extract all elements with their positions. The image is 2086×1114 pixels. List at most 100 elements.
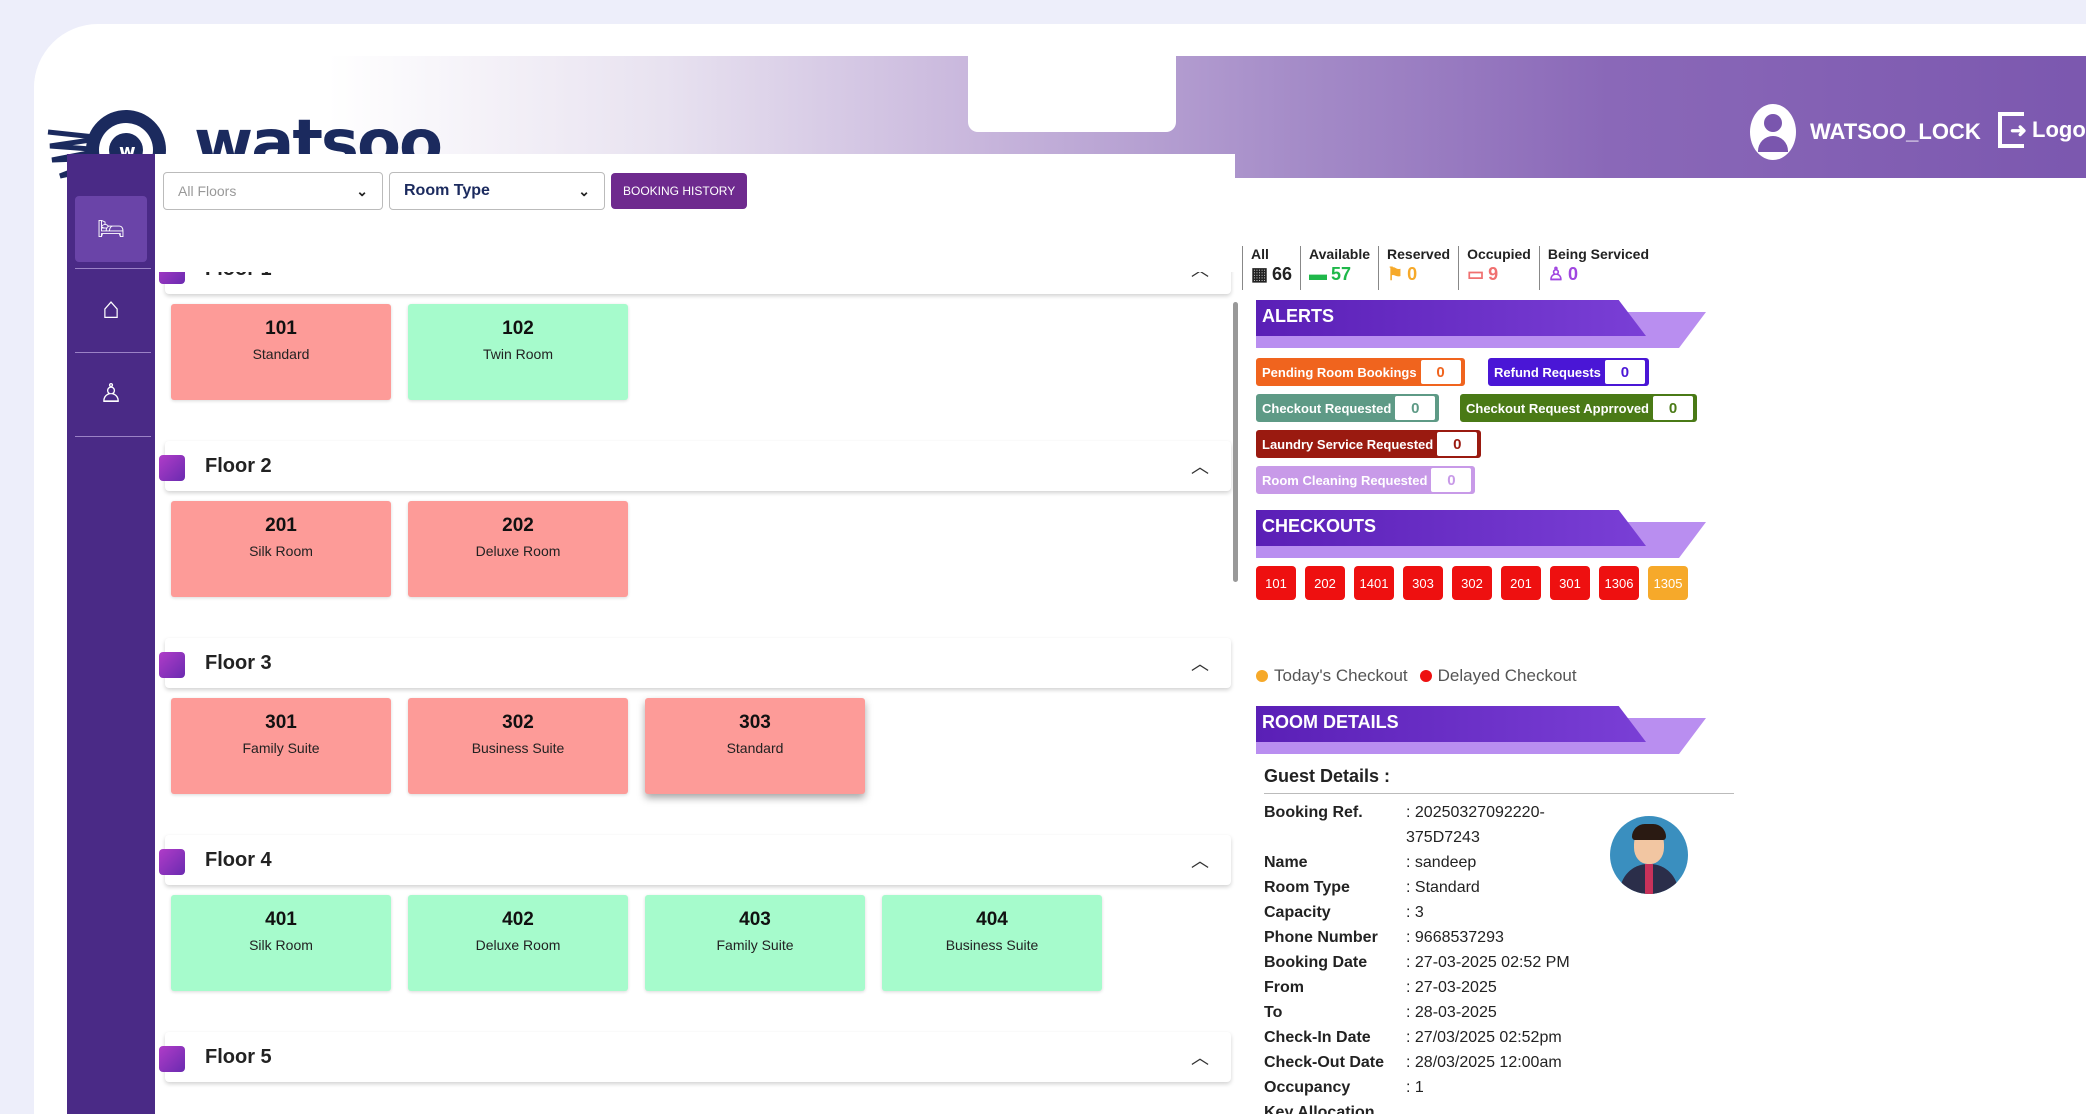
room-card[interactable]: 402 Deluxe Room — [408, 895, 628, 991]
room-card[interactable]: 201 Silk Room — [171, 501, 391, 597]
alert-label: Laundry Service Requested — [1262, 436, 1434, 452]
alert-checkout-approved[interactable]: Checkout Request Apprroved 0 — [1460, 394, 1697, 422]
checkout-room-delayed[interactable]: 302 — [1452, 566, 1492, 600]
detail-value: : 9668537293 — [1406, 929, 1504, 946]
sidebar-divider — [75, 268, 151, 269]
floors-select[interactable]: All Floors ⌄ — [163, 172, 383, 210]
checkouts-header: CHECKOUTS — [1256, 510, 1706, 558]
alert-checkout-requested[interactable]: Checkout Requested 0 — [1256, 394, 1440, 422]
legend-today: Today's Checkout — [1274, 666, 1408, 685]
detail-value: : 27-03-2025 — [1406, 979, 1497, 996]
detail-key: From — [1264, 979, 1304, 996]
alert-pending-bookings[interactable]: Pending Room Bookings 0 — [1256, 358, 1465, 386]
room-card[interactable]: 404 Business Suite — [882, 895, 1102, 991]
avatar-tie — [1645, 864, 1653, 894]
stat-reserved[interactable]: Reserved ⚑ 0 — [1378, 246, 1458, 290]
room-type-select-label: Room Type — [404, 182, 490, 199]
room-type: Deluxe Room — [475, 937, 561, 953]
room-card-selected[interactable]: 303 Standard — [645, 698, 865, 794]
main-panel: All Floors ⌄ Room Type ⌄ BOOKING HISTORY… — [155, 154, 1235, 1114]
floor-header[interactable]: Floor 3 ︿ — [159, 638, 1231, 688]
checkouts-title: CHECKOUTS — [1262, 516, 1377, 536]
chevron-up-icon[interactable]: ︿ — [1191, 847, 1209, 873]
detail-row: Key Allocation — [1264, 1100, 1744, 1114]
today-dot-icon — [1256, 670, 1268, 682]
room-details-title: ROOM DETAILS — [1262, 712, 1399, 732]
room-card[interactable]: 401 Silk Room — [171, 895, 391, 991]
checkout-room-delayed[interactable]: 101 — [1256, 566, 1296, 600]
detail-row: Capacity: 3 — [1264, 900, 1744, 925]
chevron-up-icon[interactable]: ︿ — [1191, 453, 1209, 479]
room-number: 201 — [265, 515, 297, 536]
detail-key: Booking Ref. — [1264, 804, 1363, 821]
alert-count: 0 — [1431, 468, 1472, 492]
room-number: 101 — [265, 318, 297, 339]
stat-value: 57 — [1331, 264, 1352, 284]
alert-count: 0 — [1420, 360, 1461, 384]
room-number: 202 — [502, 515, 534, 536]
room-number: 403 — [739, 909, 771, 930]
toolbar: All Floors ⌄ Room Type ⌄ BOOKING HISTORY — [163, 172, 748, 210]
scrollbar[interactable] — [1233, 302, 1238, 582]
checkout-room-today[interactable]: 1305 — [1648, 566, 1688, 600]
stat-label: Reserved — [1387, 246, 1451, 262]
floor-header[interactable]: Floor 4 ︿ — [159, 835, 1231, 885]
stat-occupied[interactable]: Occupied ▭ 9 — [1458, 246, 1539, 290]
room-card[interactable]: 202 Deluxe Room — [408, 501, 628, 597]
detail-key: Booking Date — [1264, 954, 1368, 971]
bed-icon: 🛏 — [97, 216, 125, 241]
room-card[interactable]: 102 Twin Room — [408, 304, 628, 400]
logout-button[interactable]: Logout — [1998, 112, 2086, 148]
chevron-up-icon[interactable]: ︿ — [1191, 650, 1209, 676]
floor-title: Floor 5 — [205, 1046, 272, 1068]
room-number: 102 — [502, 318, 534, 339]
stat-all[interactable]: All ▦ 66 — [1242, 246, 1300, 290]
room-number: 401 — [265, 909, 297, 930]
sidebar-item-home[interactable]: ⌂ — [75, 276, 147, 342]
chevron-up-icon[interactable]: ︿ — [1191, 272, 1209, 282]
sidebar-item-rooms[interactable]: 🛏 — [75, 196, 147, 262]
checkout-room-delayed[interactable]: 1401 — [1354, 566, 1394, 600]
room-type: Standard — [252, 346, 310, 362]
detail-value: : 1 — [1406, 1079, 1424, 1096]
checkout-room-delayed[interactable]: 1306 — [1599, 566, 1639, 600]
floor-marker — [159, 652, 185, 678]
stat-value-row: ♙ 0 — [1548, 264, 1649, 285]
floor-header[interactable]: Floor 5 ︿ — [159, 1032, 1231, 1082]
broom-icon: ♙ — [99, 377, 123, 408]
detail-row: Check-Out Date: 28/03/2025 12:00am — [1264, 1050, 1744, 1075]
room-type: Deluxe Room — [475, 543, 561, 559]
room-type: Business Suite — [945, 937, 1039, 953]
checkout-room-delayed[interactable]: 201 — [1501, 566, 1541, 600]
detail-row: Booking Date: 27-03-2025 02:52 PM — [1264, 950, 1744, 975]
checkout-room-delayed[interactable]: 301 — [1550, 566, 1590, 600]
delayed-dot-icon — [1419, 670, 1432, 682]
sidebar-item-housekeeping[interactable]: ♙ — [75, 360, 147, 426]
room-details-header: ROOM DETAILS — [1256, 706, 1706, 754]
room-card[interactable]: 301 Family Suite — [171, 698, 391, 794]
booking-history-button[interactable]: BOOKING HISTORY — [611, 173, 748, 209]
floor-header[interactable]: Floor 1 ︿ — [159, 272, 1231, 294]
floor-header[interactable]: Floor 2 ︿ — [159, 441, 1231, 491]
detail-value: : 20250327092220-375D7243 — [1406, 804, 1545, 846]
alert-laundry-requested[interactable]: Laundry Service Requested 0 — [1256, 430, 1482, 458]
stat-being-serviced[interactable]: Being Serviced ♙ 0 — [1538, 246, 1657, 290]
stat-value-row: ⚑ 0 — [1387, 264, 1450, 285]
logout-label: Logout — [2032, 117, 2086, 142]
guest-details: Guest Details : Booking Ref.: 2025032709… — [1264, 766, 1744, 1114]
checkout-room-delayed[interactable]: 303 — [1403, 566, 1443, 600]
room-type-select[interactable]: Room Type ⌄ — [389, 172, 605, 210]
alert-count: 0 — [1395, 396, 1436, 420]
user-profile[interactable]: WATSOO_LOCK — [1750, 102, 1981, 162]
stat-available[interactable]: Available ▬ 57 — [1300, 246, 1378, 290]
room-card[interactable]: 403 Family Suite — [645, 895, 865, 991]
alert-refund-requests[interactable]: Refund Requests 0 — [1488, 358, 1649, 386]
alert-cleaning-requested[interactable]: Room Cleaning Requested 0 — [1256, 466, 1476, 494]
detail-key: Room Type — [1264, 879, 1350, 896]
room-card[interactable]: 101 Standard — [171, 304, 391, 400]
floor-marker — [159, 1046, 185, 1072]
room-type: Twin Room — [482, 346, 554, 362]
room-card[interactable]: 302 Business Suite — [408, 698, 628, 794]
checkout-room-delayed[interactable]: 202 — [1305, 566, 1345, 600]
chevron-up-icon[interactable]: ︿ — [1191, 1044, 1209, 1070]
